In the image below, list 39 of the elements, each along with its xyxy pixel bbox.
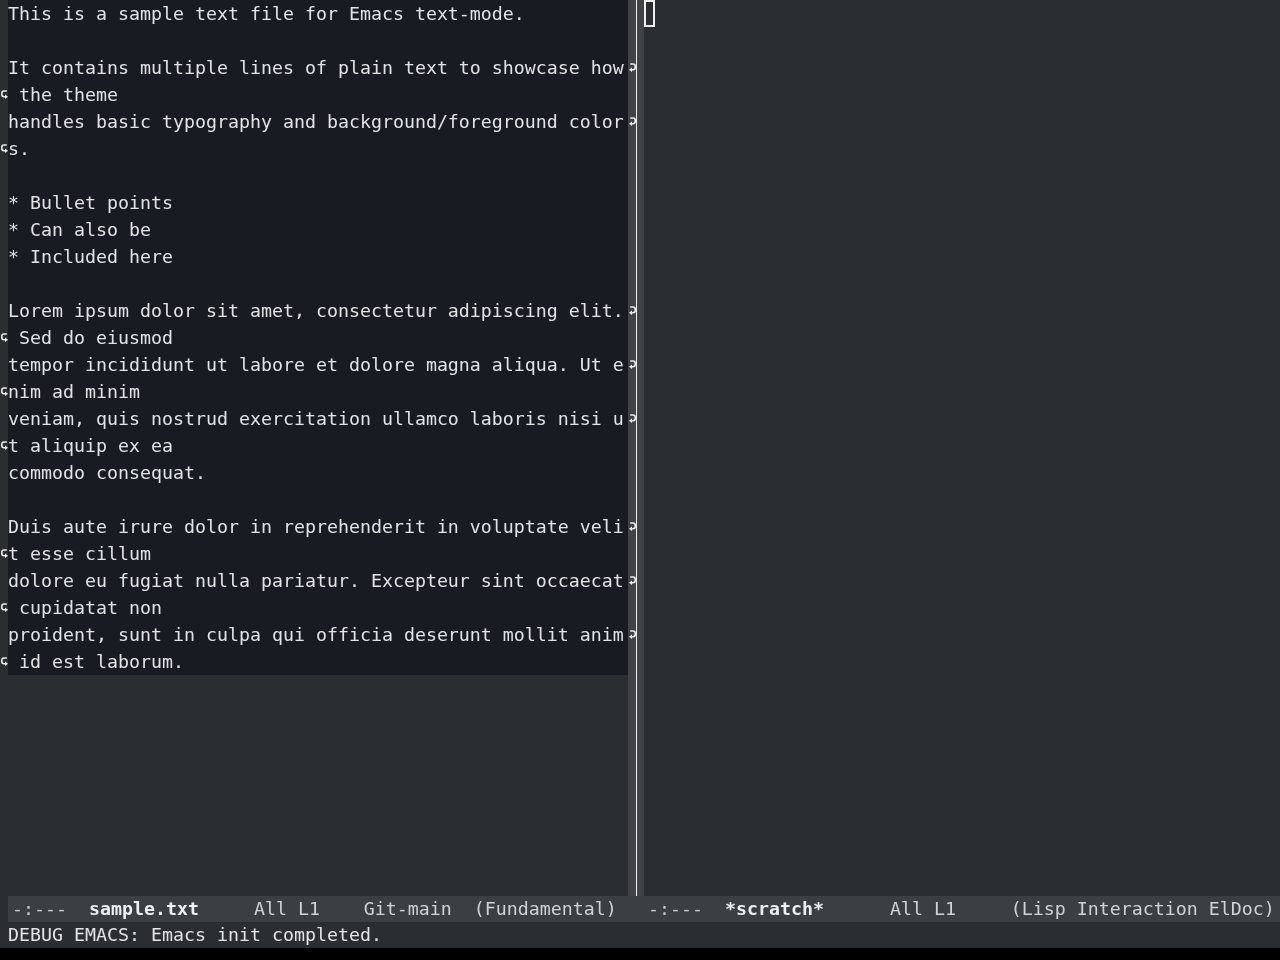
text-line: t esse cillum <box>8 543 151 564</box>
text-line: proident, sunt in culpa qui officia deserunt mollit anim <box>8 624 624 645</box>
text-line: commodo consequat. <box>8 462 206 483</box>
echo-message: DEBUG EMACS: Emacs init completed. <box>8 923 382 947</box>
text-line: * Can also be <box>8 219 151 240</box>
position-indicator: All L1 <box>889 897 956 921</box>
vc-branch[interactable]: Git-main <box>363 896 452 922</box>
curved-arrow-icon <box>0 549 8 558</box>
curved-arrow-icon <box>0 333 8 342</box>
curved-arrow-icon <box>0 657 8 666</box>
text-line: Sed do eiusmod <box>18 327 173 348</box>
major-mode[interactable]: (Fundamental) <box>473 896 617 922</box>
text-line: cupidatat non <box>18 597 162 618</box>
text-line: * Included here <box>8 246 173 267</box>
text-line: veniam, quis nostrud exercitation ullamco laboris nisi u <box>8 408 624 429</box>
text-line: t aliquip ex ea <box>8 435 173 456</box>
buffer-name[interactable]: sample.txt <box>88 896 199 922</box>
text-line: tempor incididunt ut labore et dolore magna aliqua. Ut e <box>8 354 624 375</box>
text-line: the theme <box>18 84 118 105</box>
buffer-name[interactable]: *scratch* <box>724 896 824 922</box>
major-mode[interactable]: (Lisp Interaction ElDoc) <box>1010 896 1275 922</box>
curved-arrow-icon <box>0 90 8 99</box>
curved-arrow-icon <box>0 441 8 450</box>
text-line: id est laborum. <box>18 651 184 672</box>
position-indicator: All L1 <box>253 897 320 921</box>
text-line: nim ad minim <box>8 381 140 402</box>
curved-arrow-icon <box>0 387 8 396</box>
curved-arrow-icon <box>0 603 8 612</box>
buffer-status: -:--- <box>648 897 703 921</box>
text-line: Lorem ipsum dolor sit amet, consectetur adipiscing elit. <box>8 300 624 321</box>
text-line: handles basic typography and background/foreground color <box>8 111 624 132</box>
curved-arrow-icon <box>0 144 8 153</box>
text-line: dolore eu fugiat nulla pariatur. Excepteur sint occaecat <box>8 570 624 591</box>
text-line: * Bullet points <box>8 192 173 213</box>
buffer-status: -:--- <box>12 897 67 921</box>
text-line: s. <box>8 138 30 159</box>
text-line: This is a sample text file for Emacs text-mode. <box>8 3 525 24</box>
text-line: Duis aute irure dolor in reprehenderit in voluptate veli <box>8 516 624 537</box>
text-line: It contains multiple lines of plain text to showcase how <box>8 57 624 78</box>
